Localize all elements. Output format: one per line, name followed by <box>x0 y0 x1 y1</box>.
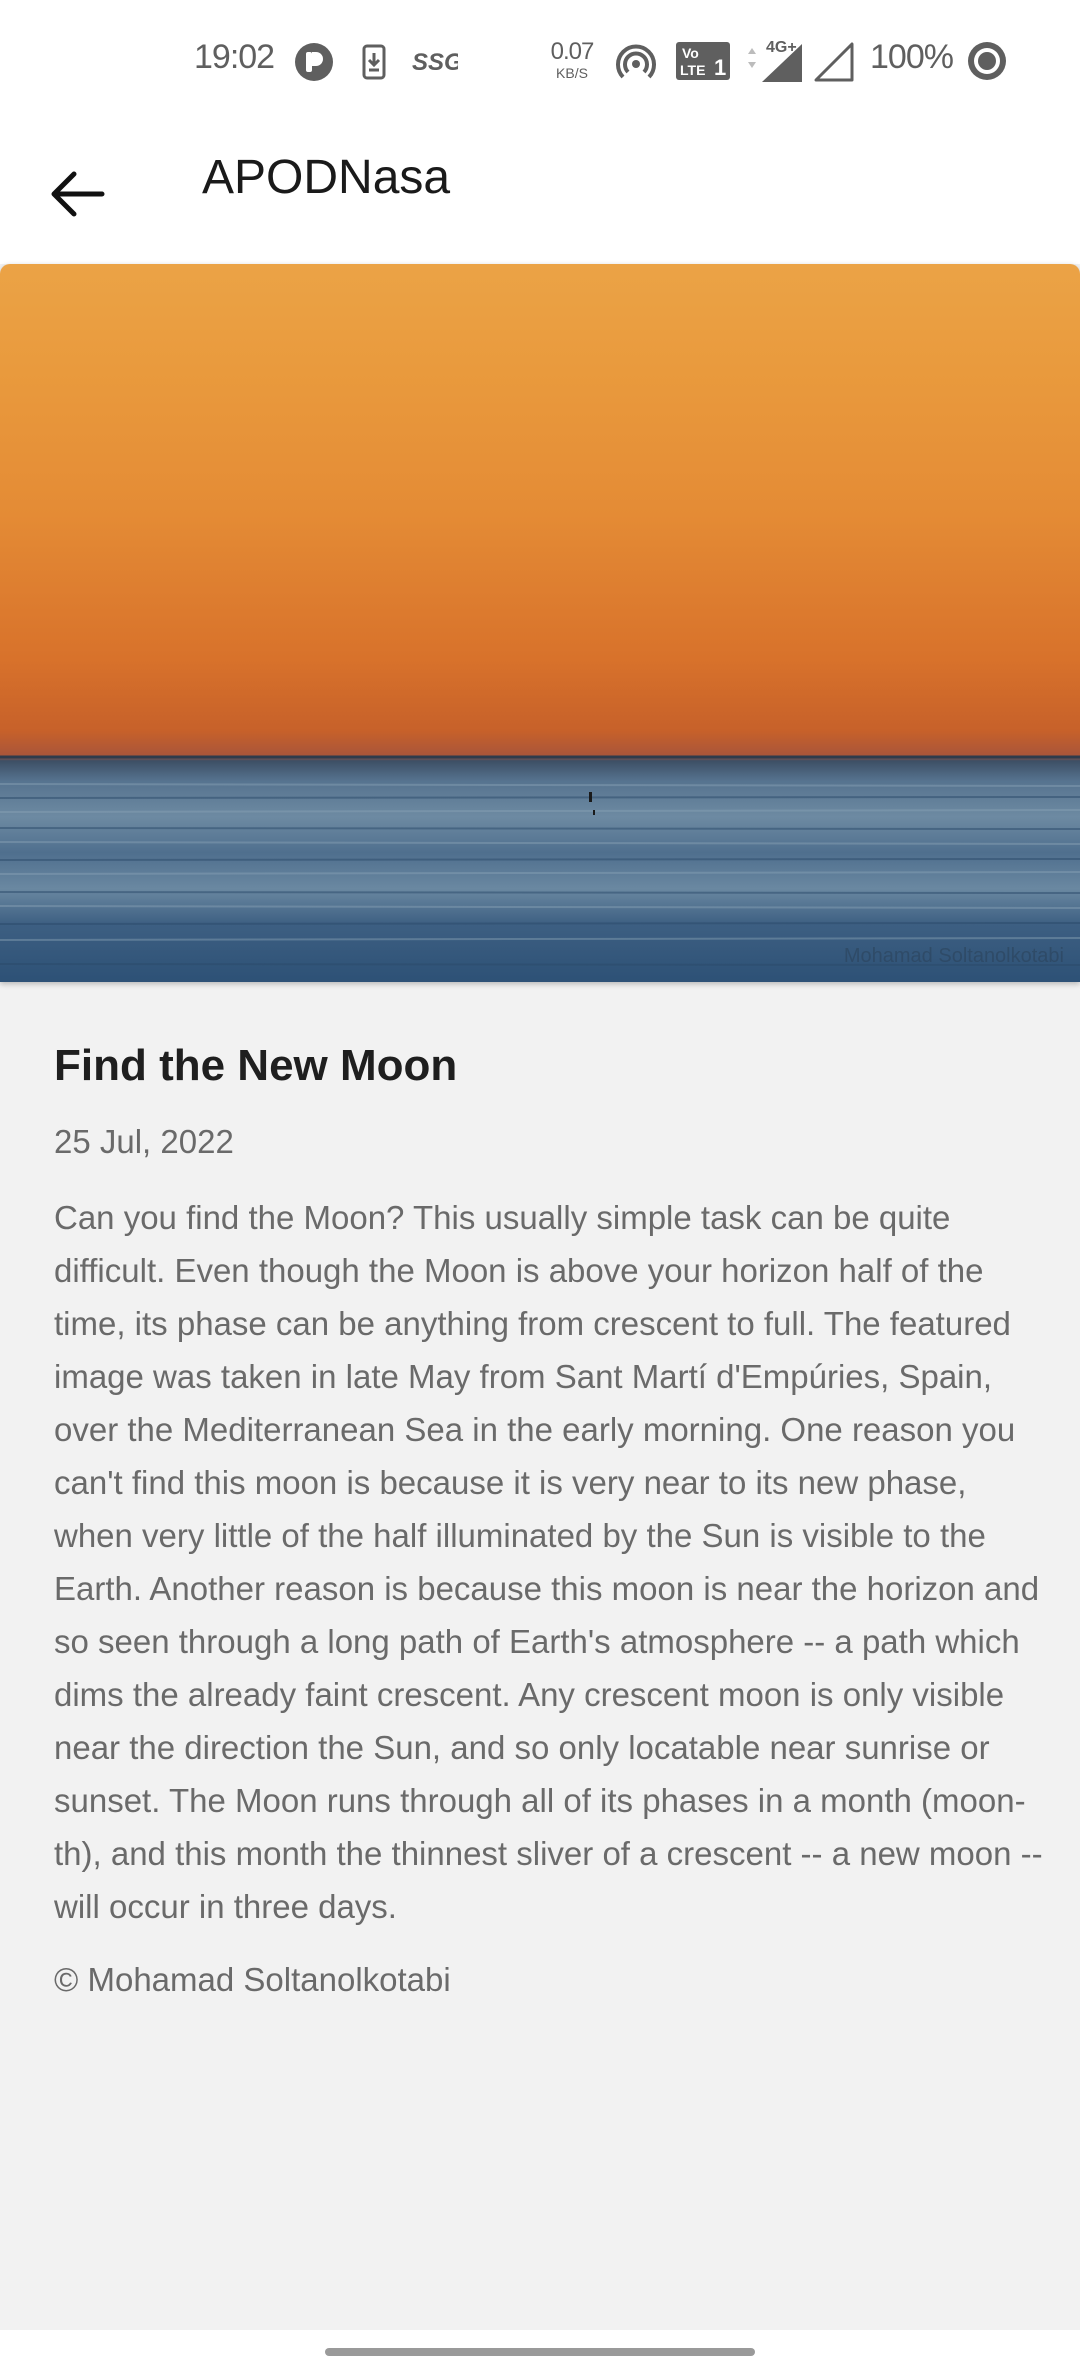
image-watermark: Mohamad Soltanolkotabi <box>843 945 1064 967</box>
sea-texture <box>0 755 1080 966</box>
post-copyright: © Mohamad Soltanolkotabi <box>54 1960 451 1998</box>
svg-text:SSG: SSG <box>412 49 458 76</box>
status-time: 19:02 <box>194 38 275 76</box>
volte-icon: Vo LTE 1 <box>676 42 730 80</box>
network-speed: 0.07 KB/S <box>548 38 596 81</box>
download-icon <box>362 44 386 80</box>
svg-text:1: 1 <box>714 55 726 80</box>
record-icon <box>968 42 1006 80</box>
home-indicator[interactable] <box>325 2348 755 2356</box>
back-button[interactable] <box>40 154 120 234</box>
post-content: Find the New Moon 25 Jul, 2022 Can you f… <box>54 982 1044 1999</box>
status-bar: 19:02 SSG 0.07 KB/S Vo LTE 1 4G+ 100% <box>0 0 1080 124</box>
arrow-back-icon <box>51 171 105 217</box>
app-bar: APODNasa <box>0 124 1080 264</box>
battery-percent: 100% <box>870 38 954 76</box>
svg-text:LTE: LTE <box>680 62 705 78</box>
signal-empty-icon <box>814 42 854 82</box>
post-date: 25 Jul, 2022 <box>54 1122 234 1160</box>
apod-detail-screen: 19:02 SSG 0.07 KB/S Vo LTE 1 4G+ 100% AP… <box>0 0 1080 2376</box>
apod-image[interactable]: Mohamad Soltanolkotabi <box>0 264 1080 982</box>
app-title: APODNasa <box>202 151 451 204</box>
svg-text:Vo: Vo <box>682 45 699 61</box>
p-app-icon <box>295 43 333 81</box>
post-title: Find the New Moon <box>54 1041 458 1090</box>
ssg-icon: SSG <box>412 49 458 76</box>
hotspot-icon <box>616 44 656 79</box>
network-type: 4G+ <box>766 39 797 56</box>
network-speed-unit: KB/S <box>556 65 588 81</box>
navigation-bar <box>0 2330 1080 2376</box>
signal-icon: 4G+ <box>748 39 802 82</box>
network-speed-value: 0.07 <box>550 38 595 65</box>
post-explanation: Can you find the Moon? This usually simp… <box>54 1198 1043 1925</box>
